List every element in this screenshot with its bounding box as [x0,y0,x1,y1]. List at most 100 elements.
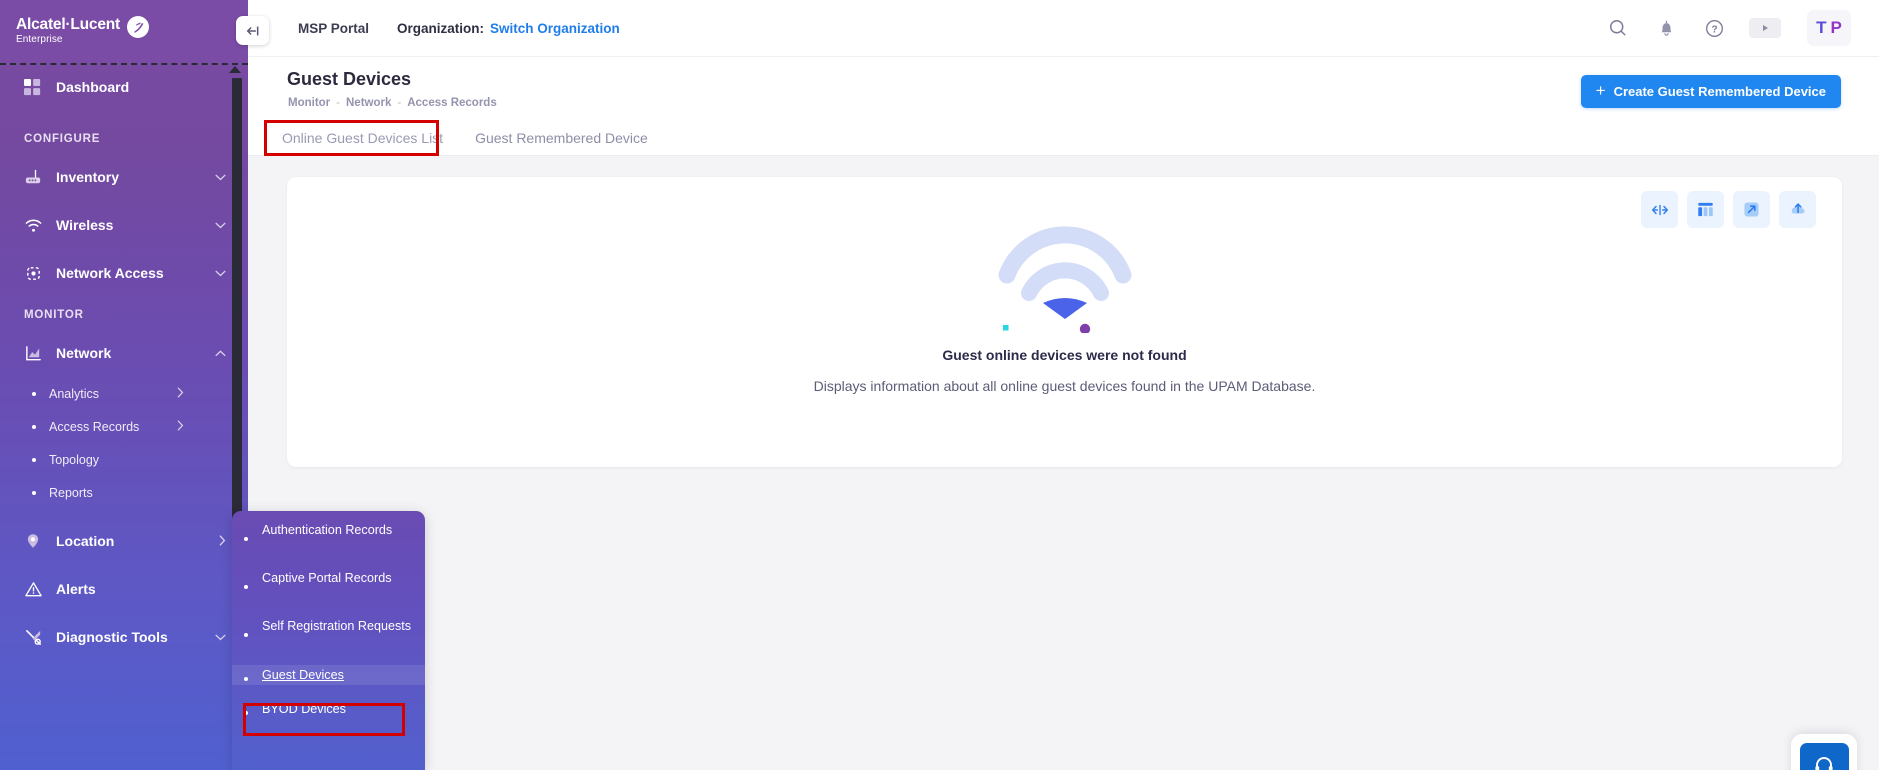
svg-text:?: ? [1711,24,1717,35]
chart-network-icon [24,344,50,363]
breadcrumb-item-access-records[interactable]: Access Records [407,97,497,109]
sidebar-item-label: Network [56,345,111,361]
content-card: Guest online devices were not found Disp… [287,177,1842,467]
breadcrumb-separator: - [336,97,340,109]
chevron-up-icon[interactable] [215,347,226,359]
sidebar-subitem-label: Access Records [49,420,139,434]
tab-online-guest-devices-list[interactable]: Online Guest Devices List [266,130,459,155]
app-root: Alcatel·Lucent Enterprise [0,0,1879,770]
bullet-dot-icon [244,537,248,541]
breadcrumb: Monitor - Network - Access Records [288,97,497,109]
sidebar-item-reports[interactable]: Reports [0,476,248,509]
sidebar: Alcatel·Lucent Enterprise [0,0,248,770]
sidebar-subitem-label: Reports [49,486,93,500]
chevron-right-icon[interactable] [219,535,226,548]
tab-bar: Online Guest Devices List Guest Remember… [248,120,1879,156]
empty-state-subtitle: Displays information about all online gu… [814,378,1316,394]
create-button-label: Create Guest Remembered Device [1614,84,1826,99]
avatar-initial-second: P [1831,18,1842,38]
flyout-item-authentication-records[interactable]: Authentication Records [232,521,425,561]
tools-icon [24,628,50,647]
confetti-square-cyan [1003,325,1009,331]
sidebar-item-topology[interactable]: Topology [0,443,248,476]
sidebar-item-label: Location [56,533,114,549]
confetti-dot-purple [1079,324,1089,333]
alert-triangle-icon [24,580,50,599]
sidebar-item-network[interactable]: Network [0,329,248,377]
play-video-icon[interactable] [1749,18,1781,38]
bullet-dot-icon [244,711,248,715]
sidebar-item-network-access[interactable]: Network Access [0,249,248,297]
scroll-up-arrow-icon[interactable] [229,66,241,73]
flyout-item-label: Self Registration Requests [262,617,411,635]
collapse-sidebar-button[interactable] [236,16,269,45]
empty-state: Guest online devices were not found Disp… [287,213,1842,394]
flyout-item-label: Guest Devices [262,666,344,684]
sidebar-item-alerts[interactable]: Alerts [0,565,248,613]
sidebar-section-monitor: MONITOR [0,301,248,329]
brand-subtitle: Enterprise [16,35,120,46]
sidebar-item-analytics[interactable]: Analytics [0,377,248,410]
location-pin-icon [24,532,50,550]
brand-name: Alcatel·Lucent [16,17,120,33]
chevron-right-icon[interactable] [177,420,184,434]
top-header-bar: MSP Portal Organization: Switch Organiza… [248,0,1879,57]
bullet-dot-icon [244,633,248,637]
wifi-icon [24,216,50,235]
flyout-item-captive-portal-records[interactable]: Captive Portal Records [232,569,425,609]
sidebar-item-wireless[interactable]: Wireless [0,201,248,249]
flyout-item-self-registration-requests[interactable]: Self Registration Requests [232,617,425,657]
sidebar-item-label: Alerts [56,581,96,597]
sidebar-scrollbar-thumb[interactable] [232,78,242,568]
sidebar-item-label: Dashboard [56,79,129,95]
flyout-item-label: Captive Portal Records [262,569,392,587]
sidebar-nav: Dashboard CONFIGURE Inventory [0,65,248,770]
chevron-down-icon[interactable] [215,171,226,183]
header-actions: ? T P [1605,10,1879,46]
msp-portal-label[interactable]: MSP Portal [298,21,369,36]
chevron-down-icon[interactable] [215,219,226,231]
switch-organization-link[interactable]: Switch Organization [490,21,620,36]
sidebar-section-configure: CONFIGURE [0,125,248,153]
chevron-down-icon[interactable] [215,631,226,643]
page-header: Guest Devices Monitor - Network - Access… [248,57,1879,128]
collapse-left-icon [245,24,261,38]
flyout-item-byod-devices[interactable]: BYOD Devices [232,699,425,719]
bell-notification-icon[interactable] [1653,15,1679,41]
bullet-dot-icon [32,458,36,462]
tab-guest-remembered-device[interactable]: Guest Remembered Device [459,130,664,155]
breadcrumb-item-network[interactable]: Network [346,97,391,109]
sidebar-item-dashboard[interactable]: Dashboard [0,65,248,109]
sidebar-item-location[interactable]: Location [0,517,248,565]
breadcrumb-item-monitor[interactable]: Monitor [288,97,330,109]
create-guest-remembered-device-button[interactable]: + Create Guest Remembered Device [1581,75,1841,108]
page-title: Guest Devices [287,69,411,90]
alcatel-swirl-logo-icon [127,16,149,38]
sidebar-subitem-label: Topology [49,453,99,467]
sidebar-item-label: Diagnostic Tools [56,629,168,645]
flyout-item-guest-devices[interactable]: Guest Devices [232,665,425,685]
sidebar-item-diagnostic-tools[interactable]: Diagnostic Tools [0,613,248,661]
chevron-down-icon[interactable] [215,267,226,279]
help-circle-icon[interactable]: ? [1701,15,1727,41]
sidebar-item-access-records[interactable]: Access Records [0,410,248,443]
bullet-dot-icon [32,392,36,396]
network-access-icon [24,264,50,283]
chat-support-button[interactable] [1791,734,1857,770]
empty-state-title: Guest online devices were not found [942,347,1186,363]
search-icon[interactable] [1605,15,1631,41]
bullet-dot-icon [244,585,248,589]
bullet-dot-icon [32,491,36,495]
avatar-initial-first: T [1816,18,1826,38]
flyout-item-label: Authentication Records [262,521,392,539]
organization-label: Organization: [397,21,484,36]
plus-icon: + [1596,82,1606,99]
avatar[interactable]: T P [1807,10,1851,46]
sidebar-item-inventory[interactable]: Inventory [0,153,248,201]
chevron-right-icon[interactable] [177,387,184,401]
dashboard-grid-icon [24,79,50,96]
sidebar-item-label: Wireless [56,217,113,233]
headset-icon [1800,743,1849,770]
brand-logo-area[interactable]: Alcatel·Lucent Enterprise [0,0,248,65]
wifi-arc-inner [1029,270,1101,293]
